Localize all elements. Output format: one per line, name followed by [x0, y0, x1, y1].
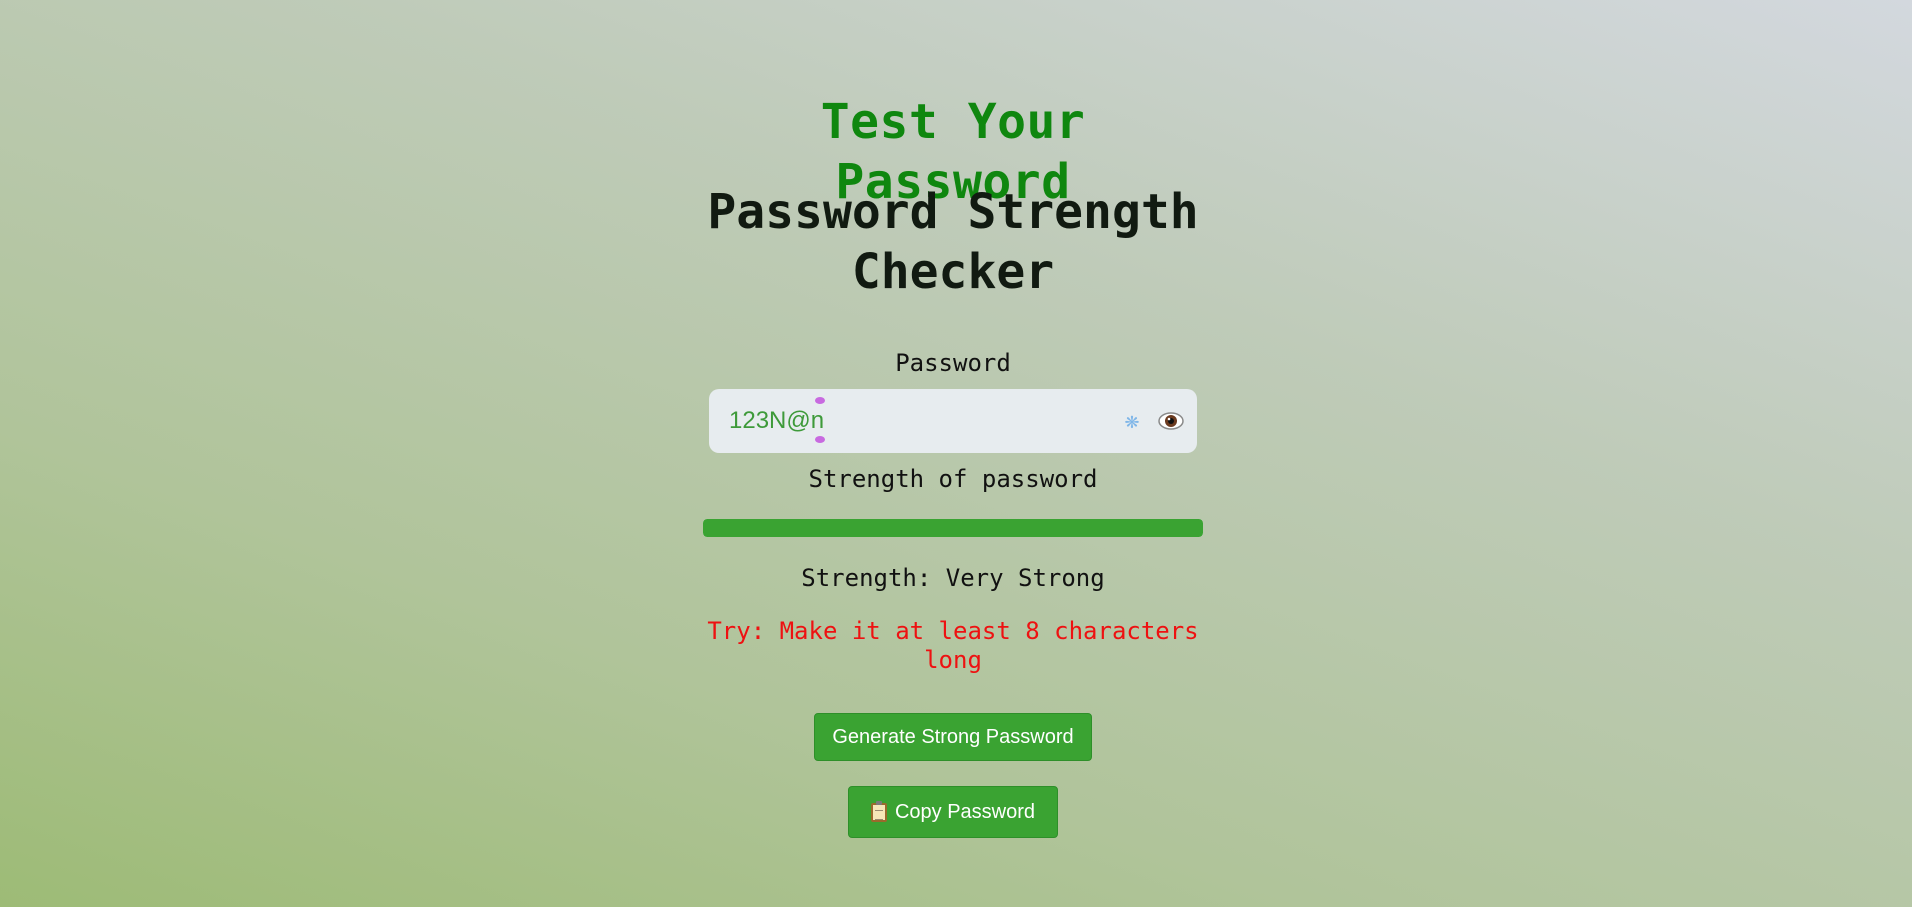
strength-tip-line1: Try: Make it at least 8 characters — [707, 617, 1199, 645]
strength-result-value: Very Strong — [945, 564, 1105, 592]
password-input[interactable] — [729, 389, 1109, 453]
strength-result-prefix: Strength: — [801, 564, 932, 592]
text-selection-handle-bottom[interactable] — [815, 436, 825, 443]
copy-password-label: Copy Password — [894, 800, 1036, 823]
strength-meter-fill — [703, 519, 1203, 537]
strength-label: Strength of password — [808, 465, 1098, 493]
generate-password-button[interactable]: Generate Strong Password — [814, 713, 1092, 761]
app-heading-line1: Password Strength — [707, 184, 1199, 240]
strength-tip: Try: Make it at least 8 characters long — [700, 617, 1206, 675]
app-heading: Password Strength Checker — [700, 182, 1206, 302]
strength-meter — [703, 519, 1203, 537]
eye-icon[interactable] — [1158, 411, 1184, 431]
sparkle-icon[interactable]: ❋ — [1120, 407, 1144, 433]
password-label: Password — [895, 349, 1011, 377]
strength-tip-line2: long — [924, 646, 982, 674]
password-input-wrapper: ❋ — [709, 389, 1197, 453]
text-selection-handle-top[interactable] — [815, 397, 825, 404]
clipboard-icon — [870, 800, 887, 822]
strength-result: Strength: Very Strong — [700, 563, 1206, 593]
app-heading-line2: Checker — [851, 244, 1055, 300]
copy-password-button[interactable]: Copy Password — [848, 786, 1058, 838]
